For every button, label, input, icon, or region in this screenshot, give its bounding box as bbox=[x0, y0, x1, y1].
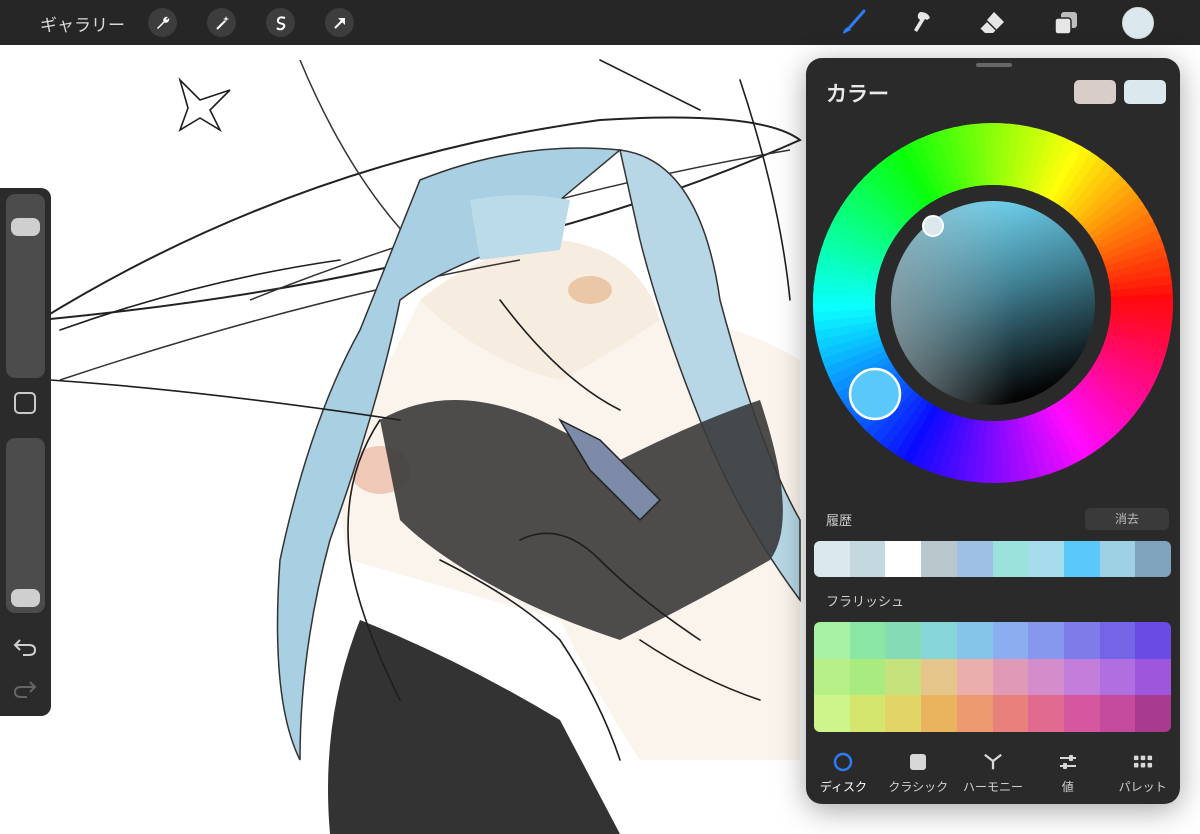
brush-icon bbox=[843, 9, 866, 34]
palette-swatch[interactable] bbox=[885, 658, 922, 696]
eraser-tool-button[interactable] bbox=[975, 6, 1009, 40]
actions-wrench-button[interactable] bbox=[148, 8, 177, 37]
palette-swatch[interactable] bbox=[921, 622, 957, 659]
palette-swatch[interactable] bbox=[992, 695, 1029, 732]
history-swatch[interactable] bbox=[885, 541, 922, 577]
history-swatch[interactable] bbox=[814, 541, 850, 577]
palette-swatch[interactable] bbox=[1028, 622, 1064, 659]
layers-button[interactable] bbox=[1049, 6, 1083, 40]
selection-icon bbox=[275, 15, 285, 30]
palette-swatch[interactable] bbox=[814, 622, 850, 659]
tab-harmony[interactable]: ハーモニー bbox=[956, 748, 1031, 798]
history-swatches bbox=[814, 541, 1171, 577]
clear-history-button[interactable]: 消去 bbox=[1085, 508, 1169, 530]
sliders-icon bbox=[1058, 752, 1078, 772]
palette-swatch[interactable] bbox=[849, 622, 886, 659]
palette-swatch[interactable] bbox=[1099, 658, 1136, 696]
palette-label: フラリッシュ bbox=[826, 595, 905, 610]
history-swatch[interactable] bbox=[992, 541, 1029, 577]
panel-grabber[interactable] bbox=[976, 63, 1012, 67]
history-swatch[interactable] bbox=[1028, 541, 1064, 577]
layers-icon bbox=[1054, 12, 1077, 35]
color-disc-graphic[interactable] bbox=[812, 122, 1174, 484]
color-mode-tabs: ディスク クラシック ハーモニー 値 パレット bbox=[806, 748, 1180, 798]
tab-value[interactable]: 値 bbox=[1030, 748, 1105, 798]
palette-swatch[interactable] bbox=[1135, 658, 1171, 696]
palette-swatch[interactable] bbox=[921, 658, 957, 696]
palette-swatch[interactable] bbox=[1028, 695, 1064, 732]
palette-swatch[interactable] bbox=[956, 622, 993, 659]
tab-disc[interactable]: ディスク bbox=[806, 748, 881, 798]
adjustments-wand-button[interactable] bbox=[207, 8, 236, 37]
palette-grid-icon bbox=[1133, 752, 1153, 772]
transform-button[interactable] bbox=[325, 8, 354, 37]
panel-title: カラー bbox=[826, 82, 889, 106]
history-swatch[interactable] bbox=[1135, 541, 1171, 577]
brush-opacity-slider[interactable] bbox=[6, 438, 45, 613]
modify-square-icon[interactable] bbox=[14, 392, 36, 414]
palette-grid bbox=[814, 622, 1171, 732]
history-swatch[interactable] bbox=[956, 541, 993, 577]
eraser-icon bbox=[979, 12, 1004, 33]
palette-swatch[interactable] bbox=[1099, 695, 1136, 732]
tab-label: ハーモニー bbox=[962, 780, 1023, 794]
palette-swatch[interactable] bbox=[921, 695, 957, 732]
tab-palettes[interactable]: パレット bbox=[1105, 748, 1180, 798]
color-panel: カラー 履歴 消去 フラリッシュ ディスク クラシック ハーモニー 値 パレット bbox=[806, 58, 1180, 804]
brush-size-slider[interactable] bbox=[6, 194, 45, 378]
gallery-button[interactable]: ギャラリー bbox=[40, 11, 125, 36]
wrench-icon bbox=[156, 16, 169, 29]
palette-swatch[interactable] bbox=[992, 622, 1029, 659]
palette-swatch[interactable] bbox=[1063, 658, 1100, 696]
palette-swatch[interactable] bbox=[992, 658, 1029, 696]
palette-swatch[interactable] bbox=[849, 658, 886, 696]
transform-arrow-icon bbox=[333, 17, 345, 29]
smudge-tool-button[interactable] bbox=[906, 6, 940, 40]
brush-size-slider-thumb[interactable] bbox=[11, 218, 40, 237]
brush-tool-button[interactable] bbox=[836, 6, 870, 40]
redo-icon[interactable] bbox=[12, 676, 38, 702]
color-button[interactable] bbox=[1122, 7, 1154, 39]
brush-opacity-slider-thumb[interactable] bbox=[11, 589, 40, 607]
palette-swatch[interactable] bbox=[1135, 695, 1171, 732]
palette-swatch[interactable] bbox=[849, 695, 886, 732]
previous-color-swatch[interactable] bbox=[1074, 80, 1116, 104]
palette-swatch[interactable] bbox=[885, 622, 922, 659]
hue-knob[interactable] bbox=[848, 367, 902, 421]
smudge-icon bbox=[914, 12, 930, 32]
palette-swatch[interactable] bbox=[956, 658, 993, 696]
history-swatch[interactable] bbox=[921, 541, 957, 577]
magic-wand-icon bbox=[215, 15, 229, 30]
palette-swatch[interactable] bbox=[1028, 658, 1064, 696]
saturation-knob[interactable] bbox=[922, 215, 944, 237]
undo-icon[interactable] bbox=[12, 634, 38, 660]
disc-icon bbox=[833, 752, 853, 772]
palette-swatch[interactable] bbox=[1063, 622, 1100, 659]
selection-button[interactable] bbox=[266, 8, 295, 37]
tab-label: クラシック bbox=[888, 780, 949, 794]
history-swatch[interactable] bbox=[1063, 541, 1100, 577]
palette-swatch[interactable] bbox=[814, 695, 850, 732]
palette-swatch[interactable] bbox=[885, 695, 922, 732]
left-sidebar bbox=[0, 188, 51, 716]
tab-classic[interactable]: クラシック bbox=[881, 748, 956, 798]
current-color-swatch[interactable] bbox=[1124, 80, 1166, 104]
palette-swatch[interactable] bbox=[956, 695, 993, 732]
palette-swatch[interactable] bbox=[814, 658, 850, 696]
classic-square-icon bbox=[908, 752, 928, 772]
palette-swatch[interactable] bbox=[1099, 622, 1136, 659]
tab-label: ディスク bbox=[819, 780, 867, 794]
palette-swatch[interactable] bbox=[1135, 622, 1171, 659]
color-disc[interactable] bbox=[812, 122, 1174, 484]
history-swatch[interactable] bbox=[1099, 541, 1136, 577]
history-label: 履歴 bbox=[826, 514, 853, 529]
tab-label: 値 bbox=[1061, 780, 1074, 794]
history-swatch[interactable] bbox=[849, 541, 886, 577]
top-toolbar: ギャラリー bbox=[0, 0, 1200, 45]
tab-label: パレット bbox=[1118, 780, 1167, 794]
palette-swatch[interactable] bbox=[1063, 695, 1100, 732]
harmony-icon bbox=[983, 752, 1003, 772]
